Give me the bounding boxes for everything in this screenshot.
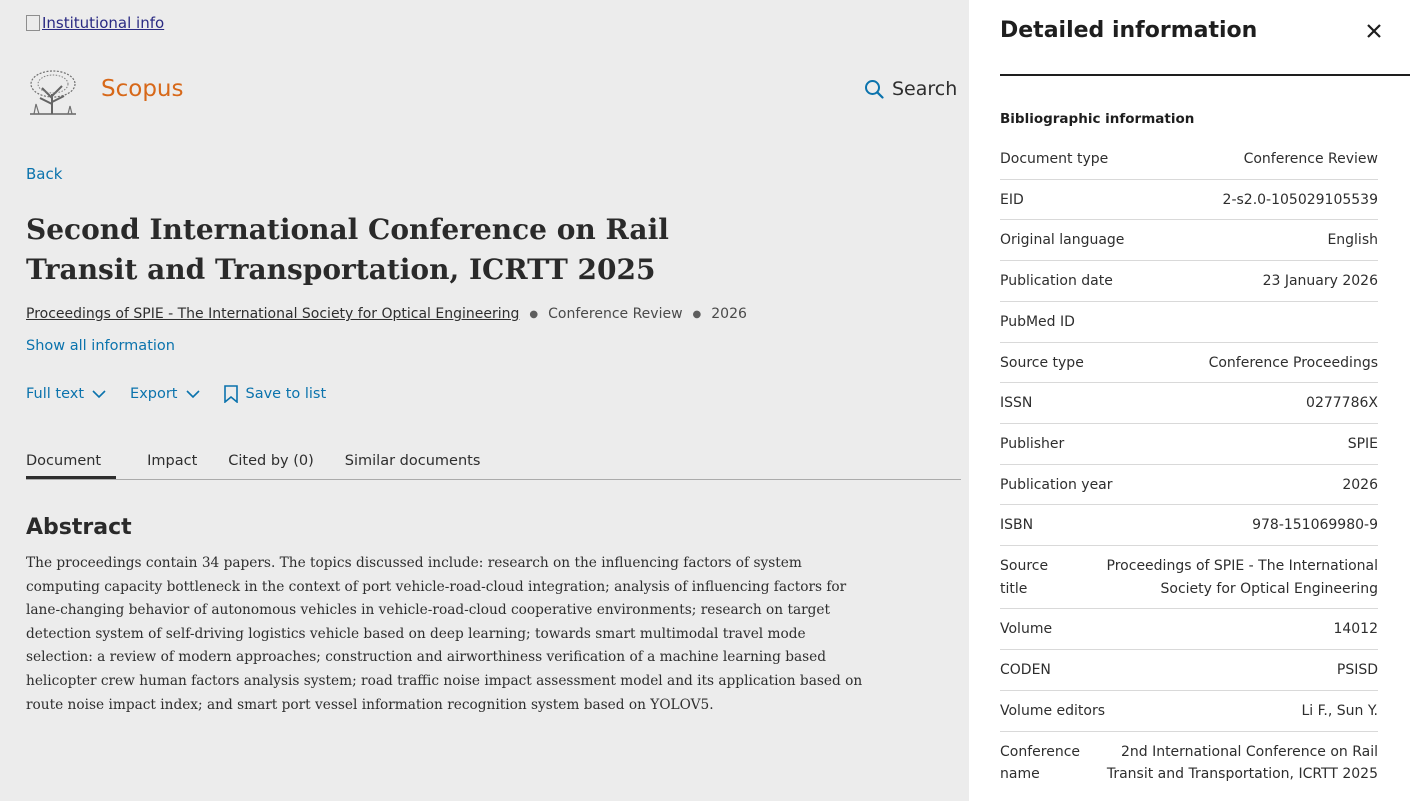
- info-label: EID: [1000, 191, 1024, 208]
- modal-backdrop[interactable]: [0, 0, 969, 801]
- info-value: Li F., Sun Y.: [1301, 702, 1378, 719]
- info-row-isbn: ISBN 978-151069980-9: [1000, 505, 1378, 547]
- info-value: 23 January 2026: [1262, 273, 1378, 290]
- info-label: Volume: [1000, 621, 1053, 638]
- close-icon: [1367, 24, 1381, 38]
- close-button[interactable]: [1363, 20, 1385, 42]
- bibliographic-section-heading: Bibliographic information: [1000, 111, 1195, 127]
- info-row-source-title: Source title Proceedings of SPIE - The I…: [1000, 546, 1378, 610]
- info-label: Conference name: [1000, 743, 1081, 783]
- info-label: ISSN: [1000, 395, 1033, 412]
- drawer-divider: [1000, 74, 1410, 76]
- info-value: 2-s2.0-105029105539: [1222, 191, 1378, 208]
- drawer-title: Detailed information: [1000, 18, 1258, 43]
- info-label: Document type: [1000, 151, 1109, 167]
- info-row-coden: CODEN PSISD: [1000, 650, 1378, 691]
- info-value: 0277786X: [1306, 395, 1378, 412]
- info-row-original-language: Original language English: [1000, 220, 1378, 262]
- info-row-document-type: Document type Conference Review: [1000, 139, 1378, 180]
- info-row-publisher: Publisher SPIE: [1000, 424, 1378, 465]
- info-value: Conference Proceedings: [1208, 354, 1378, 371]
- info-value: Proceedings of SPIE - The International …: [1106, 558, 1378, 597]
- info-row-issn: ISSN 0277786X: [1000, 383, 1378, 424]
- page-scrollbar-track[interactable]: [961, 0, 969, 748]
- info-row-pubmed-id: PubMed ID: [1000, 302, 1378, 343]
- info-value: 14012: [1333, 621, 1378, 638]
- detailed-information-drawer: Detailed information Bibliographic infor…: [969, 0, 1410, 801]
- info-label: Publication date: [1000, 273, 1113, 290]
- info-value: Conference Review: [1243, 151, 1378, 167]
- info-label: Original language: [1000, 232, 1125, 249]
- info-value: English: [1327, 232, 1378, 249]
- info-value: [1087, 311, 1378, 334]
- info-label: Source title: [1000, 558, 1049, 597]
- info-value: PSISD: [1336, 662, 1378, 679]
- info-row-source-type: Source type Conference Proceedings: [1000, 343, 1378, 384]
- info-value: 2026: [1342, 476, 1378, 493]
- info-row-publication-year: Publication year 2026: [1000, 465, 1378, 506]
- info-label: CODEN: [1000, 662, 1051, 679]
- info-label: PubMed ID: [1000, 313, 1075, 330]
- info-label: Volume editors: [1000, 702, 1106, 719]
- info-label: Source type: [1000, 354, 1084, 371]
- info-label: ISBN: [1000, 517, 1034, 534]
- info-label: Publisher: [1000, 435, 1065, 452]
- info-value: 2nd International Conference on Rail Tra…: [1106, 743, 1378, 783]
- info-label: Publication year: [1000, 476, 1113, 493]
- bibliographic-info-list: Document type Conference Review EID 2-s2…: [1000, 139, 1378, 794]
- info-value: SPIE: [1347, 435, 1378, 452]
- info-row-volume: Volume 14012: [1000, 609, 1378, 651]
- info-row-volume-editors: Volume editors Li F., Sun Y.: [1000, 691, 1378, 732]
- info-row-conference-name: Conference name 2nd International Confer…: [1000, 732, 1378, 794]
- info-value: 978-151069980-9: [1252, 517, 1378, 534]
- info-row-publication-date: Publication date 23 January 2026: [1000, 261, 1378, 302]
- info-row-eid: EID 2-s2.0-105029105539: [1000, 180, 1378, 221]
